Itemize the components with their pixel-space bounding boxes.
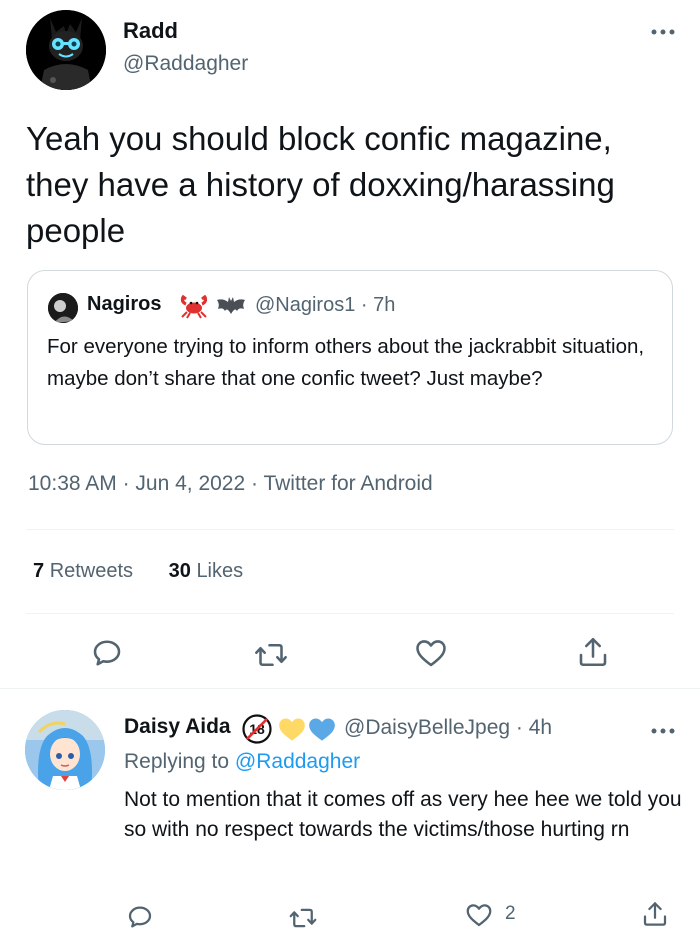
reply-like-count: 2	[505, 903, 516, 924]
reply-icon	[93, 640, 121, 666]
author-name[interactable]: Radd	[123, 18, 178, 44]
divider	[26, 613, 674, 614]
more-options-icon[interactable]	[650, 22, 676, 42]
tweet-client[interactable]: Twitter for Android	[263, 472, 432, 495]
likes-count: 30	[168, 560, 191, 582]
reply-author-name[interactable]: Daisy Aida	[124, 715, 231, 739]
reply-share-button[interactable]	[640, 899, 676, 935]
reply-text: Not to mention that it comes off as very…	[124, 788, 682, 841]
more-options-icon[interactable]	[650, 721, 676, 741]
blue-heart-icon	[308, 716, 336, 742]
quote-text: For everyone trying to inform others abo…	[47, 335, 645, 390]
quoted-tweet[interactable]: Nagiros @Nagiros1 · 7h For everyone tryi…	[27, 270, 673, 445]
share-icon	[579, 637, 607, 667]
tweet-time[interactable]: 10:38 AM	[28, 472, 117, 495]
reply-retweet-button[interactable]	[288, 903, 324, 939]
like-button[interactable]	[413, 635, 449, 671]
avatar[interactable]	[26, 10, 106, 90]
engagement-stats: 7 Retweets 30 Likes	[33, 560, 273, 583]
reply-avatar[interactable]	[25, 710, 105, 790]
like-icon	[416, 640, 446, 667]
reply-like-button[interactable]	[464, 900, 500, 936]
retweet-icon	[289, 908, 317, 928]
reply-button[interactable]	[89, 635, 125, 671]
timestamp-separator: ·	[122, 472, 136, 495]
tweet-timestamp: 10:38 AM · Jun 4, 2022 · Twitter for And…	[28, 472, 433, 496]
quote-author-name: Nagiros	[87, 293, 162, 315]
retweets-count: 7	[33, 560, 45, 582]
share-button[interactable]	[575, 634, 611, 670]
retweet-button[interactable]	[253, 637, 289, 673]
bat-emoji-icon	[215, 294, 247, 318]
retweet-icon	[255, 643, 287, 667]
tweet-date[interactable]: Jun 4, 2022	[135, 472, 245, 495]
tweet-text: Yeah you should block confic magazine, t…	[26, 120, 615, 249]
crab-emoji-icon	[179, 293, 209, 319]
retweets-stat[interactable]: 7 Retweets	[33, 560, 133, 583]
timestamp-separator: ·	[251, 472, 264, 495]
divider	[26, 529, 674, 530]
reply-icon	[128, 906, 152, 928]
reply-reply-button[interactable]	[125, 902, 161, 938]
retweets-label: Retweets	[49, 560, 134, 582]
quote-avatar	[48, 293, 78, 323]
replying-to: Replying to @Raddagher	[124, 750, 360, 774]
eighteen-plus-icon: 18	[242, 714, 272, 744]
author-handle[interactable]: @Raddagher	[123, 52, 248, 76]
likes-stat[interactable]: 30 Likes	[169, 560, 244, 583]
reply-handle-time[interactable]: @DaisyBelleJpeg · 4h	[344, 716, 552, 740]
likes-label: Likes	[196, 560, 244, 582]
tweet-separator	[0, 688, 700, 689]
share-icon	[643, 902, 667, 926]
yellow-heart-icon	[278, 716, 306, 742]
quote-handle-time: @Nagiros1 · 7h	[255, 294, 396, 316]
replying-label: Replying to	[124, 750, 230, 773]
replying-to-link[interactable]: @Raddagher	[235, 750, 360, 773]
like-icon	[466, 904, 492, 927]
